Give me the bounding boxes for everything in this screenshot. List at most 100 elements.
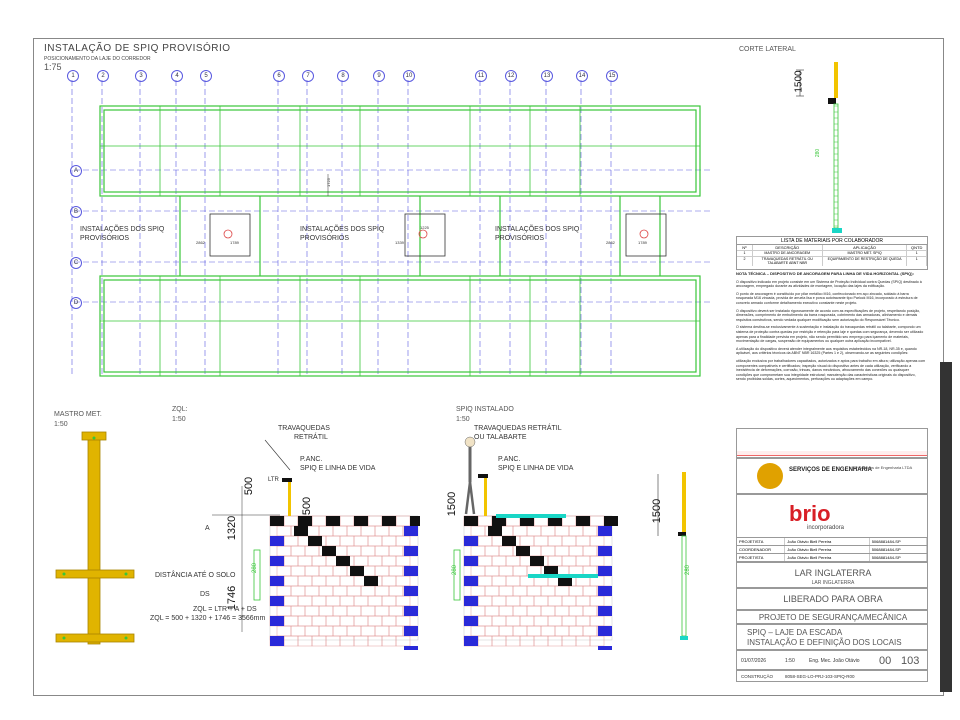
plan-title: INSTALAÇÃO DE SPIQ PROVISÓRIO [44, 43, 231, 54]
status-block: LIBERADO PARA OBRA [736, 588, 928, 610]
materials-cell: MASTRO MET. SPIQ [823, 251, 908, 256]
side-dim-280: 280 [685, 564, 692, 576]
instalado-panc: P.ANC. [498, 456, 521, 463]
jp-logo [757, 463, 783, 489]
projetista-rows: PROJETISTA João Otávio Biell Pereira 50688… [736, 538, 928, 562]
dim-1225: 1225 [420, 225, 429, 230]
zql-formula-2: ZQL = 500 + 1320 + 1746 = 3566mm [150, 615, 266, 622]
drawing-sheet: INSTALAÇÃO DE SPIQ PROVISÓRIO POSICIONAM… [0, 0, 960, 720]
grid-col-6: 6 [273, 70, 285, 82]
tb-engineer: Eng. Mec. João Otávio [809, 658, 860, 664]
corte-dim-1500: 1500 [793, 70, 805, 93]
tb-date: 01/07/2026 [741, 658, 767, 664]
drawing-title-2: INSTALAÇÃO E DEFINIÇÃO DOS LOCAIS [747, 638, 902, 647]
dim-2862b: 2862 [606, 240, 615, 245]
instalado-drawing [453, 436, 618, 650]
notes-p4: O sistema destina-se exclusivamente à su… [736, 325, 924, 344]
dim-1789b: 1789 [638, 240, 647, 245]
projetista-cell: João Otávio Biell Pereira [785, 554, 870, 561]
zql-travaquedas: TRAVAQUEDAS [278, 425, 330, 432]
side-mast-drawing [657, 472, 688, 640]
projetista-row: COORDENADOR João Otávio Biell Pereira 5068… [736, 546, 928, 554]
project-sub: LAR INGLATERRA [811, 580, 855, 586]
project-name-block: LAR INGLATERRA LAR INGLATERRA [736, 562, 928, 588]
materials-header: Nº DESCRIÇÃO APLICAÇÃO QNTD [737, 244, 927, 250]
projetista-row: PROJETISTA João Otávio Biell Pereira 50688… [736, 538, 928, 546]
plan-scale: 1:75 [44, 62, 62, 72]
zql-label-a: A [205, 525, 210, 532]
company-block: SERVIÇOS DE ENGENHARIA JP Serviços de En… [736, 458, 928, 494]
materials-header-cell: APLICAÇÃO [823, 245, 908, 250]
materials-title: LISTA DE MATERIAIS POR COLABORADOR [780, 238, 884, 244]
materials-cell: 1 [737, 251, 753, 256]
mastro-title: MASTRO MET. [54, 411, 102, 418]
zql-retratil: RETRÁTIL [294, 434, 328, 441]
grid-rows [74, 169, 710, 303]
notes-p6: utilização exclusiva por trabalhadores c… [736, 358, 926, 382]
zql-formula-1: ZQL = LTR + A + DS [193, 606, 257, 613]
code-block: CONSTRUÇÃO 8058-SEG-LO-PRJ-103-SPIQ-R00 [736, 670, 928, 682]
corte-title: CORTE LATERAL [739, 46, 796, 53]
grid-col-2: 2 [97, 70, 109, 82]
dim-1339: 1339 [395, 240, 404, 245]
company-line: JP Serviços de Engenharia LTDA [853, 465, 913, 470]
materials-cell: 1 [907, 256, 927, 266]
projetista-cell: PROJETISTA [737, 538, 786, 545]
instalado-ou-talabarte: OU TALABARTE [474, 434, 527, 441]
side-dark-bar [940, 362, 952, 692]
notes-p1: O dispositivo indicado em projeto consis… [736, 279, 922, 289]
info-block: 01/07/2026 1:50 Eng. Mec. João Otávio 00… [736, 650, 928, 670]
side-dim-1500: 1500 [651, 498, 664, 524]
project-name: LAR INGLATERRA [794, 568, 872, 578]
zql-ltr: LTR [268, 477, 279, 483]
zql-dim-500b: 500 [301, 496, 314, 516]
zql-title: ZQL: [172, 406, 188, 413]
instalado-dim-280: 280 [452, 564, 459, 576]
technical-notes: NOTA TÉCNICA – DISPOSITIVO DE ANCORAGEM … [736, 271, 926, 385]
anchor-points [223, 229, 649, 239]
spiq-label-3b: PROVISÓRIOS [495, 235, 545, 242]
grid-col-3: 3 [135, 70, 147, 82]
drawing-title-block: SPIQ – LAJE DA ESCADA INSTALAÇÃO E DEFIN… [736, 624, 928, 650]
grid-col-1: 1 [67, 70, 79, 82]
grid-row-A: A [70, 165, 82, 177]
materials-cell: EQUIPAMENTO DE RESTRIÇÃO DE QUEDA [823, 256, 908, 266]
projetista-row: PROJETISTA João Otávio Biell Pereira 50688… [736, 554, 928, 562]
spiq-label-1b: PROVISÓRIOS [80, 235, 130, 242]
materials-cell: 2 [737, 256, 753, 266]
tb-revision: 00 [879, 655, 892, 667]
drawing-title-1: SPIQ – LAJE DA ESCADA [747, 628, 843, 637]
tb-code: 8058-SEG-LO-PRJ-103-SPIQ-R00 [785, 674, 855, 679]
grid-row-B: B [70, 206, 82, 218]
dim-1725: 1725 [325, 178, 331, 187]
instalado-dim-1500: 1500 [446, 491, 459, 517]
tb-sheet: 103 [901, 655, 920, 667]
instalado-spiq-linha: SPIQ E LINHA DE VIDA [498, 465, 574, 472]
materials-header-cell: QNTD [907, 245, 927, 250]
materials-table: LISTA DE MATERIAIS POR COLABORADOR Nº DES… [736, 236, 928, 270]
dim-1789: 1789 [230, 240, 239, 245]
tb-scale: 1:50 [785, 658, 795, 664]
grid-col-5: 5 [200, 70, 212, 82]
materials-row: 2 TRAVAQUEDAS RETRÁTIL OU TALABARTE ABNT … [737, 255, 927, 266]
materials-header-cell: DESCRIÇÃO [753, 245, 823, 250]
projetista-cell: 5068881484-SP [870, 538, 927, 545]
zql-ds: DS [200, 591, 210, 598]
zql-panc: P.ANC. [300, 456, 323, 463]
grid-col-13: 13 [541, 70, 553, 82]
materials-header-cell: Nº [737, 245, 753, 250]
projetista-cell: 5068881484-SP [870, 546, 927, 553]
spiq-label-3a: INSTALAÇÕES DOS SPIQ [495, 226, 580, 233]
corte-dim-280: 280 [815, 148, 822, 158]
discipline-text: PROJETO DE SEGURANÇA/MECÂNICA [758, 613, 908, 622]
projetista-cell: João Otávio Biell Pereira [785, 546, 870, 553]
stair-boxes [209, 213, 667, 257]
zql-dim-280: 280 [252, 562, 259, 574]
brio-sub: incorporadora [807, 525, 845, 531]
zql-distancia: DISTÂNCIA ATÉ O SOLO [155, 572, 236, 579]
client-block: brio incorporadora [736, 494, 928, 538]
revision-block [736, 428, 928, 458]
zql-dim-500a: 500 [243, 476, 256, 496]
brio-logo: brio [789, 501, 831, 526]
discipline-block: PROJETO DE SEGURANÇA/MECÂNICA [736, 610, 928, 624]
